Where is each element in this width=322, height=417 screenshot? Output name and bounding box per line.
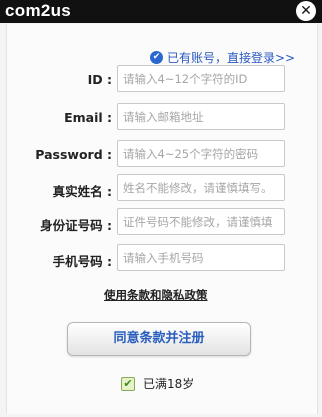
terms-privacy-link[interactable]: 使用条款和隐私政策 [104,287,208,303]
brand-logo: com2us [5,1,72,20]
phone-label: 手机号码 : [52,254,112,269]
real-name-label: 真实姓名 : [52,184,112,199]
phone-input[interactable] [117,244,285,271]
check-circle-icon: ✔ [150,51,163,64]
real-name-input[interactable] [117,174,285,201]
login-link-label[interactable]: 已有账号，直接登录>> [167,49,295,66]
id-input[interactable] [117,65,285,92]
close-icon[interactable]: ✕ [296,1,316,21]
id-label: ID : [87,72,112,87]
id-card-input[interactable] [117,208,285,235]
id-card-label: 身份证号码 : [40,218,112,233]
login-link[interactable]: ✔ 已有账号，直接登录>> [150,49,295,66]
password-label: Password : [35,147,112,162]
app-header: com2us ✕ [0,0,322,23]
agree-register-button[interactable]: 同意条款并注册 [67,322,251,356]
email-label: Email : [64,110,112,125]
age-checkbox-label: 已满18岁 [143,377,195,391]
age-checkbox-row[interactable]: ✔ 已满18岁 [121,375,194,392]
email-input[interactable] [117,103,285,130]
age-checkbox[interactable]: ✔ [121,376,135,391]
password-input[interactable] [117,140,285,167]
